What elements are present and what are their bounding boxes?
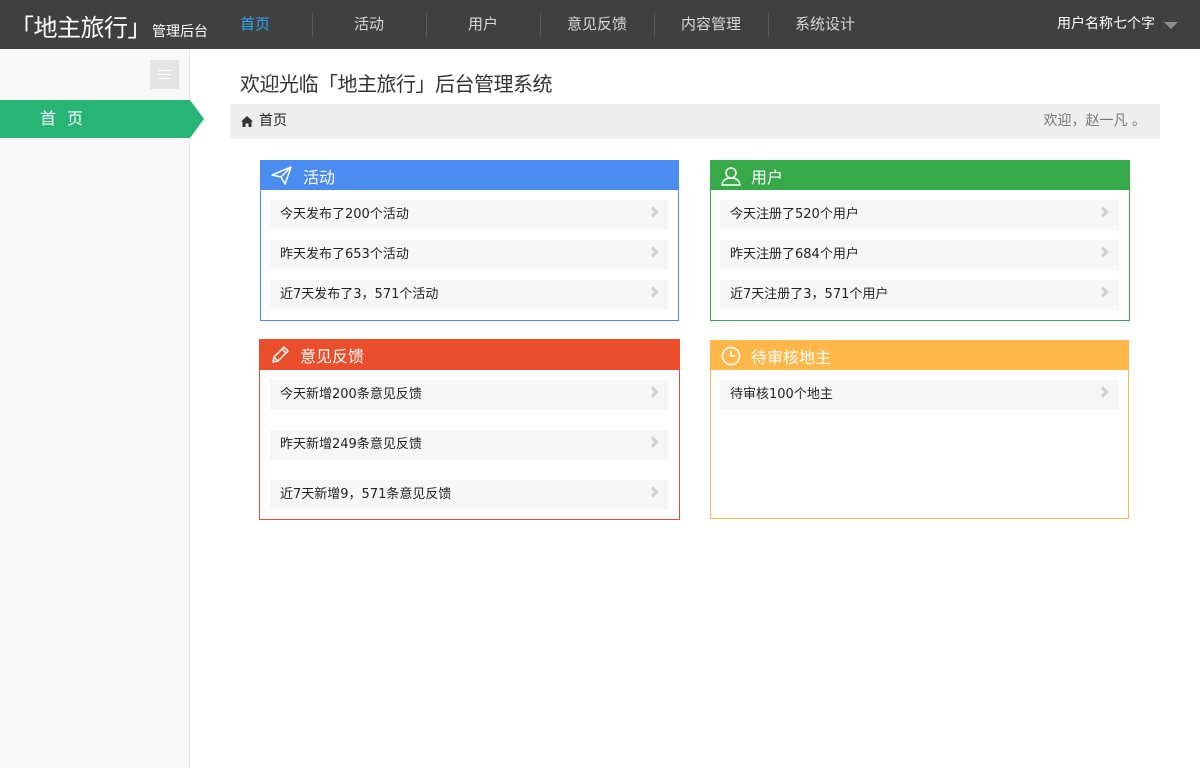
- pending-row[interactable]: 待审核100个地主: [720, 380, 1119, 410]
- pending-panel-title: 待审核地主: [751, 347, 832, 367]
- row-text: 昨天新增249条意见反馈: [280, 437, 422, 452]
- user-name: 用户名称七个字: [1057, 16, 1155, 32]
- sidebar: 首 页: [0, 49, 204, 768]
- nav-item-activity[interactable]: 活动: [312, 0, 426, 49]
- feedback-row-today[interactable]: 今天新增200条意见反馈: [270, 380, 669, 410]
- chevron-right-icon: [647, 486, 659, 498]
- pending-panel: 待审核地主 待审核100个地主: [710, 340, 1129, 519]
- hamburger-icon: [158, 78, 171, 79]
- row-text: 昨天发布了653个活动: [280, 247, 409, 262]
- row-text: 近7天发布了3，571个活动: [280, 287, 439, 302]
- users-row-today[interactable]: 今天注册了520个用户: [720, 200, 1119, 230]
- feedback-row-7days[interactable]: 近7天新增9，571条意见反馈: [270, 480, 669, 510]
- logo-title: 「地主旅行」: [10, 14, 152, 42]
- row-text: 今天新增200条意见反馈: [280, 387, 422, 402]
- nav-item-content[interactable]: 内容管理: [654, 0, 768, 49]
- breadcrumb-bar: 首页 欢迎，赵一凡 。: [230, 104, 1160, 139]
- user-icon: [721, 166, 741, 186]
- pencil-icon: [272, 346, 289, 363]
- row-text: 昨天注册了684个用户: [730, 247, 859, 262]
- greeting-text: 欢迎，赵一凡 。: [1043, 113, 1146, 129]
- row-text: 今天注册了520个用户: [730, 207, 859, 222]
- nav-item-users[interactable]: 用户: [426, 0, 540, 49]
- app-logo[interactable]: 「地主旅行」管理后台: [10, 8, 208, 43]
- hamburger-icon: [158, 70, 171, 71]
- clock-icon: [721, 346, 741, 365]
- chevron-right-icon: [1097, 246, 1109, 258]
- users-panel-title: 用户: [751, 167, 784, 187]
- chevron-right-icon: [647, 386, 659, 398]
- row-text: 待审核100个地主: [730, 387, 833, 402]
- sidebar-item-home[interactable]: 首 页: [0, 100, 204, 138]
- main-nav: 首页 活动 用户 意见反馈 内容管理 系统设计: [198, 0, 882, 49]
- feedback-panel-header: 意见反馈: [260, 340, 679, 370]
- activity-row-today[interactable]: 今天发布了200个活动: [270, 200, 669, 230]
- users-panel: 用户 今天注册了520个用户 昨天注册了684个用户 近7天注册了3，571个用…: [710, 160, 1130, 321]
- home-icon: [241, 116, 253, 127]
- feedback-row-yesterday[interactable]: 昨天新增249条意见反馈: [270, 430, 669, 460]
- nav-item-home[interactable]: 首页: [198, 0, 312, 49]
- feedback-panel-title: 意见反馈: [300, 347, 365, 366]
- nav-item-system[interactable]: 系统设计: [768, 0, 882, 49]
- feedback-panel: 意见反馈 今天新增200条意见反馈 昨天新增249条意见反馈 近7天新增9，57…: [259, 339, 680, 520]
- users-panel-header: 用户: [711, 161, 1129, 190]
- breadcrumb-home: 首页: [259, 113, 287, 129]
- menu-toggle-button[interactable]: [150, 60, 179, 89]
- activity-panel-header: 活动: [261, 161, 678, 190]
- users-row-7days[interactable]: 近7天注册了3，571个用户: [720, 280, 1119, 310]
- row-text: 今天发布了200个活动: [280, 207, 409, 222]
- top-navbar: 「地主旅行」管理后台 首页 活动 用户 意见反馈 内容管理 系统设计 用户名称七…: [0, 0, 1200, 49]
- users-row-yesterday[interactable]: 昨天注册了684个用户: [720, 240, 1119, 270]
- chevron-right-icon: [647, 206, 659, 218]
- pending-panel-header: 待审核地主: [711, 341, 1128, 370]
- hamburger-icon: [158, 74, 171, 75]
- page-title: 欢迎光临「地主旅行」后台管理系统: [240, 72, 553, 96]
- paper-plane-icon: [271, 165, 292, 185]
- chevron-right-icon: [1097, 286, 1109, 298]
- chevron-right-icon: [1097, 206, 1109, 218]
- activity-panel-title: 活动: [303, 167, 336, 187]
- activity-panel: 活动 今天发布了200个活动 昨天发布了653个活动 近7天发布了3，571个活…: [260, 160, 679, 321]
- breadcrumb[interactable]: 首页: [240, 104, 287, 139]
- activity-row-yesterday[interactable]: 昨天发布了653个活动: [270, 240, 669, 270]
- row-text: 近7天注册了3，571个用户: [730, 287, 889, 302]
- chevron-right-icon: [1097, 386, 1109, 398]
- chevron-right-icon: [647, 286, 659, 298]
- user-menu[interactable]: 用户名称七个字: [1057, 0, 1178, 49]
- nav-item-feedback[interactable]: 意见反馈: [540, 0, 654, 49]
- chevron-down-icon: [1164, 22, 1178, 29]
- row-text: 近7天新增9，571条意见反馈: [280, 487, 452, 502]
- activity-row-7days[interactable]: 近7天发布了3，571个活动: [270, 280, 669, 310]
- chevron-right-icon: [647, 246, 659, 258]
- chevron-right-icon: [647, 436, 659, 448]
